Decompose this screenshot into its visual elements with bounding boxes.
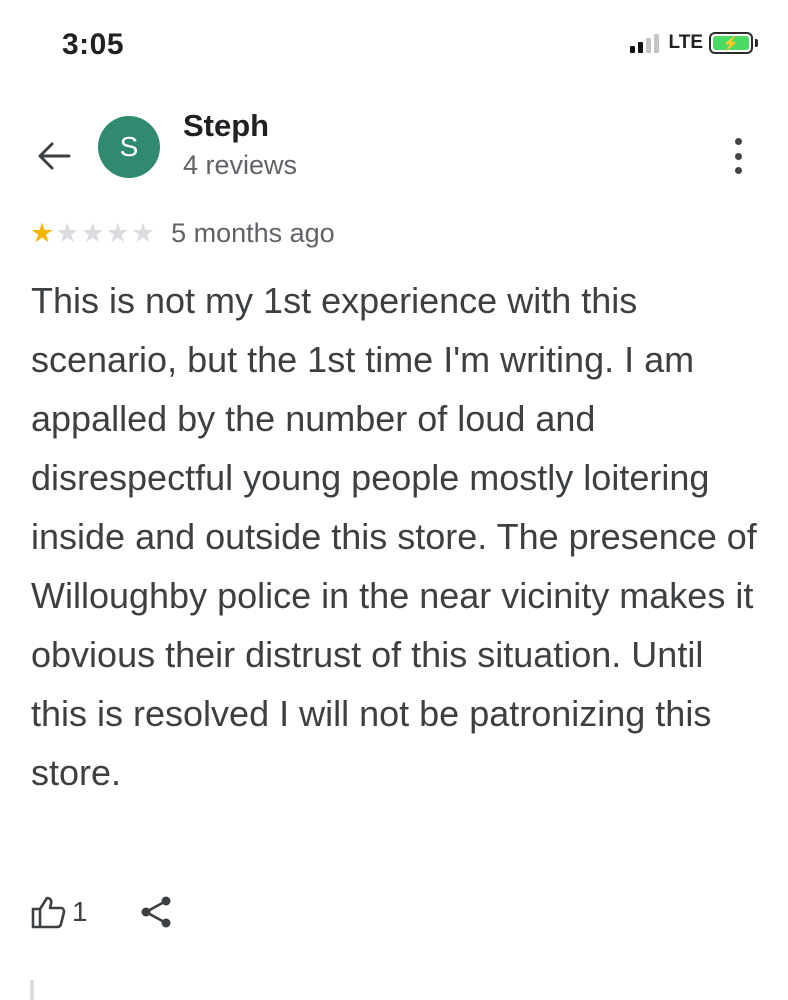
- star-empty-icon: ★: [55, 218, 80, 248]
- share-icon: [141, 896, 171, 928]
- status-indicators: LTE ⚡: [629, 32, 758, 54]
- more-options-button[interactable]: [726, 134, 750, 178]
- thumb-up-icon: [31, 896, 66, 929]
- review-actions: 1: [30, 895, 172, 929]
- reviewer-name[interactable]: Steph: [183, 108, 269, 144]
- arrow-left-icon: [38, 142, 71, 170]
- battery-icon: ⚡: [709, 32, 753, 54]
- signal-icon: [629, 33, 659, 53]
- review-text: This is not my 1st experience with this …: [31, 280, 757, 793]
- review-time: 5 months ago: [171, 218, 335, 248]
- like-button[interactable]: 1: [30, 895, 88, 929]
- review-header: S Steph 4 reviews: [0, 100, 788, 210]
- share-button[interactable]: [140, 895, 172, 929]
- avatar[interactable]: S: [98, 116, 160, 178]
- network-type: LTE: [668, 32, 703, 53]
- like-count: 1: [72, 896, 88, 927]
- more-vert-icon: [734, 138, 742, 145]
- star-empty-icon: ★: [80, 218, 105, 248]
- status-bar: 3:05 LTE ⚡: [0, 0, 788, 90]
- rating-row: ★ ★ ★ ★ ★ 5 months ago: [30, 218, 335, 249]
- owner-reply-divider: [30, 980, 34, 1000]
- star-empty-icon: ★: [130, 218, 156, 248]
- reviewer-review-count: 4 reviews: [183, 150, 298, 180]
- star-rating: ★ ★ ★ ★ ★: [30, 220, 155, 247]
- battery-tip: [755, 39, 758, 47]
- status-time: 3:05: [62, 28, 125, 61]
- star-empty-icon: ★: [105, 218, 130, 248]
- star-filled-icon: ★: [30, 218, 55, 248]
- back-button[interactable]: [30, 132, 78, 180]
